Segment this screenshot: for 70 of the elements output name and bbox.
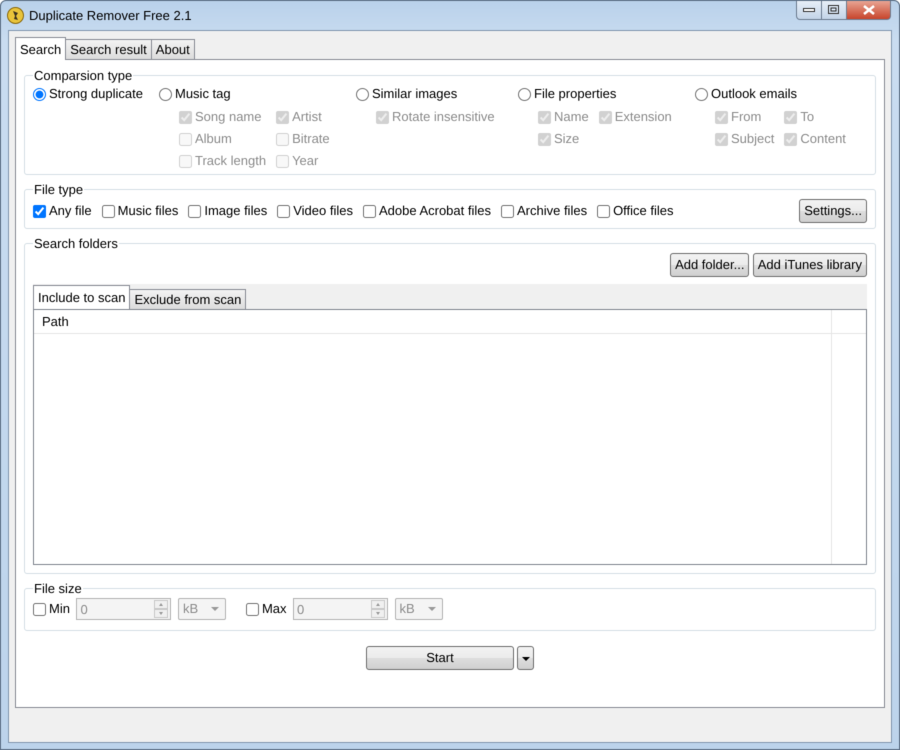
radio-label: Outlook emails bbox=[711, 85, 797, 103]
tab[interactable]: Include to scan bbox=[33, 285, 130, 309]
maximize-icon bbox=[828, 5, 840, 15]
checkbox-label: Archive files bbox=[516, 202, 588, 220]
checkbox-label: Image files bbox=[204, 202, 268, 220]
close-button[interactable] bbox=[847, 1, 891, 20]
checkbox-label: Artist bbox=[292, 108, 322, 126]
group-title: Search folders bbox=[33, 236, 119, 251]
add-button[interactable]: Add folder... bbox=[670, 253, 750, 277]
checkbox-label: Max bbox=[262, 600, 287, 618]
checkbox[interactable] bbox=[102, 204, 115, 218]
checkbox-label: Content bbox=[800, 130, 846, 148]
app-icon bbox=[7, 7, 24, 24]
spinner-arrows-icon[interactable] bbox=[154, 600, 168, 618]
radio-button[interactable] bbox=[33, 88, 46, 100]
tab[interactable]: Search result bbox=[65, 39, 152, 59]
checkbox[interactable] bbox=[362, 204, 376, 218]
checkbox-label: Adobe Acrobat files bbox=[378, 202, 491, 220]
start-button[interactable]: Start bbox=[366, 646, 514, 670]
group-title: File size bbox=[33, 581, 83, 596]
radio-label: File properties bbox=[534, 85, 616, 103]
minimize-icon bbox=[803, 8, 815, 12]
dropdown-button[interactable] bbox=[517, 646, 534, 670]
group-title: File type bbox=[33, 182, 84, 197]
tab[interactable]: About bbox=[150, 39, 195, 59]
checkbox-label: Song name bbox=[195, 108, 262, 126]
close-icon bbox=[862, 5, 874, 15]
caret-icon bbox=[428, 607, 436, 611]
checkbox-label: Track length bbox=[195, 152, 266, 170]
checkbox-label: Music files bbox=[118, 202, 178, 220]
checkbox[interactable] bbox=[246, 602, 259, 616]
checkbox[interactable] bbox=[33, 602, 46, 616]
checkbox-label: Rotate insensitive bbox=[392, 108, 495, 126]
group-title: Comparsion type bbox=[33, 68, 134, 83]
maximize-button[interactable] bbox=[822, 1, 847, 20]
radio-button[interactable] bbox=[518, 88, 531, 100]
checkbox[interactable] bbox=[188, 204, 202, 218]
checkbox[interactable] bbox=[597, 204, 610, 218]
radio-label: Music tag bbox=[175, 85, 231, 103]
checkbox-label: To bbox=[800, 108, 814, 126]
checkbox-label: Any file bbox=[49, 202, 92, 220]
checkbox[interactable] bbox=[500, 204, 514, 218]
window-title: Duplicate Remover Free 2.1 bbox=[29, 6, 192, 25]
radio-button[interactable] bbox=[695, 88, 708, 100]
checkbox-label: Extension bbox=[614, 108, 672, 126]
checkbox[interactable] bbox=[33, 204, 46, 218]
checkbox[interactable] bbox=[277, 204, 290, 218]
checkbox-label: Video files bbox=[293, 202, 353, 220]
tab[interactable]: Search bbox=[15, 37, 66, 60]
settings-button[interactable]: Settings... bbox=[799, 199, 867, 223]
caret-icon bbox=[522, 656, 530, 661]
checkbox-label: Min bbox=[49, 600, 70, 618]
radio-button[interactable] bbox=[356, 88, 369, 100]
radio-label: Strong duplicate bbox=[49, 85, 143, 103]
tab[interactable]: Exclude from scan bbox=[129, 289, 246, 309]
checkbox-label: Office files bbox=[613, 202, 674, 220]
checkbox-label: Bitrate bbox=[292, 130, 330, 148]
checkbox-label: Subject bbox=[731, 130, 774, 148]
caret-icon bbox=[210, 607, 219, 611]
checkbox-label: Size bbox=[554, 130, 580, 148]
radio-label: Similar images bbox=[372, 85, 458, 103]
checkbox-label: Year bbox=[292, 152, 318, 170]
minimize-button[interactable] bbox=[796, 1, 822, 20]
column-header[interactable]: Path bbox=[42, 312, 69, 332]
checkbox-label: From bbox=[731, 108, 762, 126]
checkbox-label: Album bbox=[195, 130, 232, 148]
add-button[interactable]: Add iTunes library bbox=[752, 253, 867, 277]
radio-button[interactable] bbox=[159, 88, 172, 100]
checkbox-label: Name bbox=[554, 108, 589, 126]
spinner-arrows-icon[interactable] bbox=[371, 600, 386, 618]
